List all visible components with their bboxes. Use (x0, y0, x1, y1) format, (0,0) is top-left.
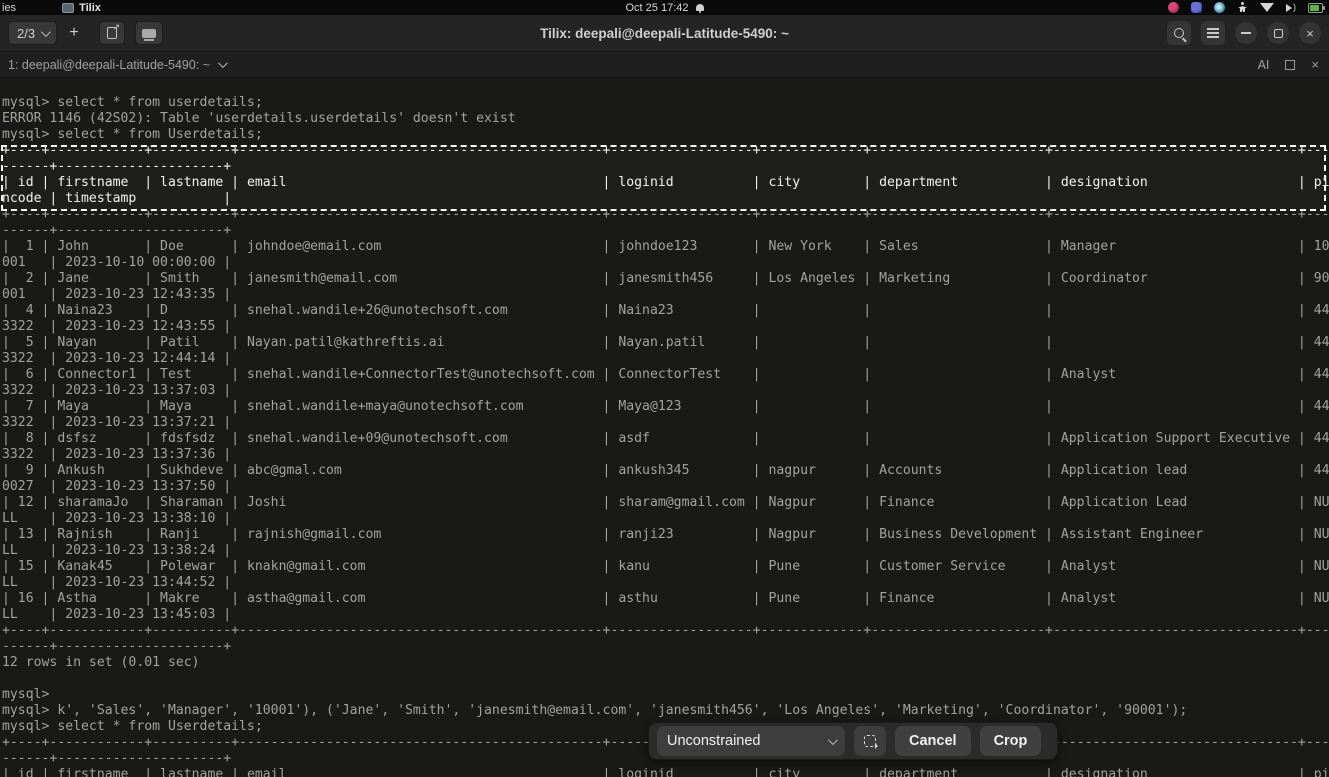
focused-app-menu[interactable]: Tilix (62, 2, 101, 14)
activities-button[interactable]: ies (2, 2, 16, 14)
search-button[interactable] (1167, 21, 1191, 45)
search-icon (1174, 28, 1184, 38)
terminal-line: | 13 | Rajnish | Ranji | rajnish@gmail.c… (2, 527, 1329, 542)
hamburger-icon (1207, 32, 1219, 34)
screen: ies Tilix Oct 25 17:42 ) 2/3 + ↗ Tilix: … (0, 0, 1329, 777)
terminal-line: +----+------------+----------+----------… (2, 207, 1329, 222)
volume-icon[interactable]: ) (1286, 3, 1296, 12)
terminal-line: mysql> select * from Userdetails; (2, 127, 263, 142)
new-session-button[interactable]: + (63, 21, 85, 45)
terminal-output[interactable]: mysql> select * from userdetails; ERROR 1… (0, 78, 1329, 777)
accessibility-icon[interactable] (1237, 2, 1248, 13)
terminal-line: LL | 2023-10-23 13:38:10 | (2, 511, 232, 526)
terminal-line: mysql> k', 'Sales', 'Manager', '10001'),… (2, 703, 1188, 718)
crop-button[interactable]: Crop (979, 726, 1042, 756)
minimize-button[interactable] (1235, 22, 1257, 44)
terminal-line: | 1 | John | Doe | johndoe@email.com | j… (2, 239, 1329, 254)
terminal-line: ncode | timestamp | (2, 191, 232, 206)
terminal-line: LL | 2023-10-23 13:38:24 | (2, 543, 232, 558)
terminal-line: | 2 | Jane | Smith | janesmith@email.com… (2, 271, 1329, 286)
terminal-session-bar: 1: deepali@deepali-Latitude-5490: ~ AI × (0, 52, 1329, 78)
chevron-down-icon (41, 26, 51, 37)
menu-button[interactable] (1201, 21, 1225, 45)
maximize-button[interactable] (1267, 22, 1289, 44)
terminal-line: | 16 | Astha | Makre | astha@gmail.com |… (2, 591, 1329, 606)
notification-bell-icon (695, 4, 704, 13)
terminal-line: +----+------------+----------+----------… (2, 143, 1329, 158)
terminal-marker-button[interactable] (135, 21, 164, 45)
terminal-icon (142, 28, 157, 41)
terminal-line: | 8 | dsfsz | fdsfsdz | snehal.wandile+0… (2, 431, 1329, 446)
terminal-line: | 9 | Ankush | Sukhdeve | abc@gmal.com |… (2, 463, 1329, 478)
terminal-line: 3322 | 2023-10-23 12:44:14 | (2, 351, 232, 366)
terminal-line: | 7 | Maya | Maya | snehal.wandile+maya@… (2, 399, 1329, 414)
terminal-line: | id | firstname | lastname | email | lo… (2, 767, 1329, 777)
terminal-line: +----+------------+----------+----------… (2, 623, 1329, 638)
tilix-app-icon (62, 2, 75, 13)
close-pane-icon[interactable]: × (1311, 57, 1319, 72)
terminal-line: 3322 | 2023-10-23 13:37:36 | (2, 447, 232, 462)
maximize-icon (1273, 28, 1283, 38)
terminal-line: ------+---------------------+ (2, 639, 232, 654)
terminal-line: ERROR 1146 (42S02): Table 'userdetails.u… (2, 111, 516, 126)
session-counter: 2/3 (17, 25, 36, 41)
tilix-title-bar: 2/3 + Tilix: deepali@deepali-Latitude-54… (0, 15, 1329, 52)
terminal-line: 12 rows in set (0.01 sec) (2, 655, 200, 670)
chevron-down-icon (827, 734, 838, 745)
terminal-line: 3322 | 2023-10-23 12:43:55 | (2, 319, 232, 334)
terminal-line: 3322 | 2023-10-23 13:37:21 | (2, 415, 232, 430)
battery-icon[interactable] (1308, 2, 1325, 13)
new-window-icon (107, 22, 120, 39)
aspect-ratio-select[interactable]: Unconstrained (657, 726, 845, 756)
clock[interactable]: Oct 25 17:42 (626, 2, 689, 14)
terminal-line: mysql> select * from userdetails; (2, 95, 263, 110)
terminal-line: ------+---------------------+ (2, 159, 232, 174)
terminal-line: 0027 | 2023-10-23 13:37:50 | (2, 479, 232, 494)
rotate-crop-button[interactable] (854, 726, 886, 756)
terminal-line: | 12 | sharamaJo | Sharaman | Joshi | sh… (2, 495, 1329, 510)
terminal-line: | id | firstname | lastname | email | lo… (2, 175, 1329, 190)
close-button[interactable]: × (1299, 22, 1321, 44)
terminal-line: | 4 | Naina23 | D | snehal.wandile+26@un… (2, 303, 1329, 318)
app-indicator-icon[interactable] (1168, 2, 1179, 13)
browser-icon[interactable] (1214, 2, 1225, 13)
focused-app-name: Tilix (79, 1, 101, 14)
cancel-button[interactable]: Cancel (895, 726, 971, 756)
terminal-line: | 15 | Kanak45 | Polewar | knakn@gmail.c… (2, 559, 1329, 574)
minimize-icon (1241, 32, 1251, 34)
terminal-line: mysql> (2, 687, 50, 702)
terminal-title: 1: deepali@deepali-Latitude-5490: ~ (8, 57, 211, 72)
terminal-line: ------+---------------------+ (2, 223, 232, 238)
aspect-ratio-value: Unconstrained (667, 733, 761, 749)
session-switcher-button[interactable]: 2/3 (8, 21, 58, 45)
open-new-window-button[interactable] (99, 21, 126, 45)
terminal-line: 001 | 2023-10-23 12:43:35 | (2, 287, 232, 302)
terminal-lines: mysql> select * from userdetails; ERROR 1… (2, 95, 1329, 777)
system-tray: ) (1168, 2, 1329, 13)
terminal-title-dropdown[interactable]: 1: deepali@deepali-Latitude-5490: ~ (8, 57, 228, 72)
rotate-crop-icon (864, 735, 876, 747)
wifi-icon[interactable] (1260, 3, 1274, 12)
crop-toolbar: Unconstrained Cancel Crop (648, 722, 1058, 760)
terminal-line: 3322 | 2023-10-23 13:37:03 | (2, 383, 232, 398)
window-title: Tilix: deepali@deepali-Latitude-5490: ~ (540, 25, 789, 41)
chevron-down-icon (218, 58, 228, 69)
terminal-line: LL | 2023-10-23 13:44:52 | (2, 575, 232, 590)
terminal-right-label: AI (1257, 57, 1270, 72)
terminal-line: 001 | 2023-10-10 00:00:00 | (2, 255, 232, 270)
terminal-line: | 6 | Connector1 | Test | snehal.wandile… (2, 367, 1329, 382)
teams-icon[interactable] (1191, 2, 1202, 13)
maximize-pane-icon[interactable] (1285, 59, 1296, 70)
gnome-top-bar: ies Tilix Oct 25 17:42 ) (0, 0, 1329, 15)
terminal-line: | 5 | Nayan | Patil | Nayan.patil@kathre… (2, 335, 1329, 350)
terminal-line: LL | 2023-10-23 13:45:03 | (2, 607, 232, 622)
